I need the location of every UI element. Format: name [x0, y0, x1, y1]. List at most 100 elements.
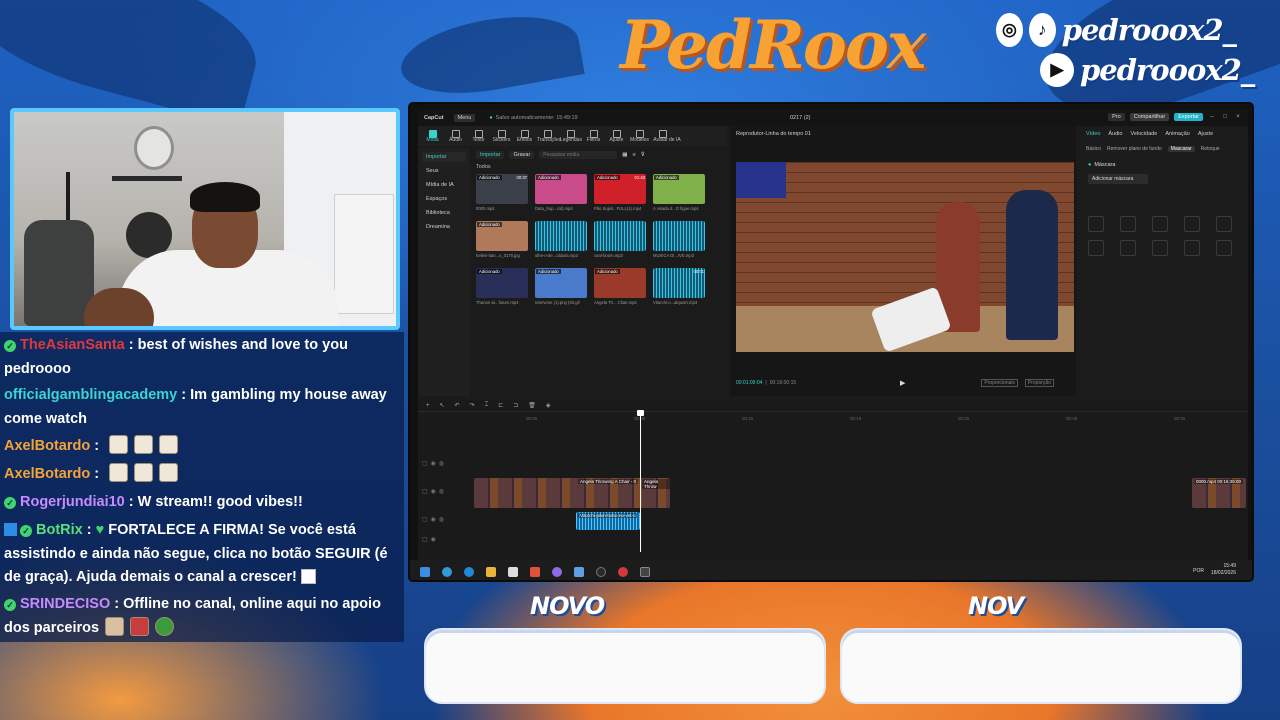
mask-shape-option[interactable] [1216, 216, 1232, 232]
tab-speed[interactable]: Velocidade [1130, 131, 1157, 137]
tool-text[interactable]: Texto [468, 128, 489, 146]
redo-icon[interactable]: ↷ [470, 402, 475, 409]
nav-dreamina[interactable]: Dreamina [422, 222, 466, 232]
track-controls[interactable]: ▢◉◍ [422, 460, 472, 467]
obs-icon[interactable] [596, 567, 606, 577]
media-clip-thumbnail[interactable]: Adicionado A visada d...O figue.mp4 [653, 174, 705, 214]
subtab-mask[interactable]: Mascarar [1167, 146, 1195, 152]
tool-ai-avatar[interactable]: Avatar de IA [652, 128, 682, 146]
ratio-button[interactable]: Proporcionais [981, 379, 1018, 387]
tab-animation[interactable]: Animação [1165, 131, 1189, 137]
media-clip-thumbnail[interactable]: ceal-boom.mp3 [594, 221, 646, 261]
share-button[interactable]: Compartilhar [1129, 113, 1170, 121]
language-indicator[interactable]: POR [1193, 568, 1204, 574]
app-icon[interactable] [574, 567, 584, 577]
mask-shape-option[interactable] [1152, 216, 1168, 232]
mask-toggle[interactable]: Máscara [1080, 156, 1248, 171]
nav-spaces[interactable]: Espaços [422, 194, 466, 204]
tool-transitions[interactable]: Transições [537, 128, 561, 146]
subtab-retouch[interactable]: Retoque [1201, 146, 1220, 152]
record-app-icon[interactable] [618, 567, 628, 577]
nav-ai-media[interactable]: Mídia de IA [422, 180, 466, 190]
filter-icon[interactable]: ⊽ [641, 152, 645, 158]
split-icon[interactable]: ⌶ [485, 402, 489, 409]
tool-captions[interactable]: Legendas [560, 128, 582, 146]
tab-adjust[interactable]: Ajuste [1198, 131, 1213, 137]
media-clip-thumbnail[interactable]: olhe-o-de...cábula.mp3 [535, 221, 587, 261]
play-icon[interactable]: ▶ [900, 379, 905, 387]
sort-icon[interactable]: ≡ [633, 152, 636, 158]
media-clip-thumbnail[interactable]: Adicionado Data_Sup...rat).mp4 [535, 174, 587, 214]
webcam-shelf [112, 176, 182, 181]
search-input[interactable]: Pesquisar mídia [539, 151, 618, 159]
capcut-titlebar: CapCut Menu Salvo automaticamente: 15:49… [418, 110, 1248, 126]
select-icon[interactable]: ↖ [440, 402, 445, 409]
import-button[interactable]: Importar [476, 151, 505, 159]
close-icon[interactable]: × [1234, 114, 1242, 120]
aspect-button[interactable]: Proporção [1024, 379, 1054, 387]
add-mask-button[interactable]: Adicionar máscara [1088, 174, 1148, 184]
mask-shape-option[interactable] [1184, 240, 1200, 256]
audio-clip[interactable]: Vitorchi-pilon-bobo-no-vnt-o [576, 512, 640, 530]
pro-button[interactable]: Pro [1108, 113, 1125, 121]
tool-audio[interactable]: Áudio [445, 128, 466, 146]
mask-shape-option[interactable] [1184, 216, 1200, 232]
tool-filters[interactable]: Filtros [583, 128, 604, 146]
tool-media[interactable]: Mídia [422, 128, 443, 146]
system-clock[interactable]: 15:49 18/02/2026 [1211, 563, 1236, 577]
menu-button[interactable]: Menu [453, 114, 476, 122]
webcam-person-hair [190, 182, 260, 212]
tool-templates[interactable]: Modelos [629, 128, 650, 146]
timeline-playhead[interactable] [637, 410, 644, 552]
record-button[interactable]: Gravar [509, 151, 535, 159]
titlebar-actions: Pro Compartilhar Exportar – □ × [1108, 113, 1242, 121]
tool-stickers[interactable]: Stickers [491, 128, 512, 146]
edge-icon[interactable] [442, 567, 452, 577]
trim-right-icon[interactable]: ⊐ [513, 402, 518, 409]
media-clip-thumbnail[interactable]: Adicionado Thanos wi...future.mp4 [476, 268, 528, 308]
mask-shape-option[interactable] [1088, 216, 1104, 232]
subtab-remove-bg[interactable]: Remover plano de fundo [1107, 146, 1162, 152]
mask-shape-option[interactable] [1152, 240, 1168, 256]
shield-icon[interactable]: ◈ [546, 402, 551, 409]
brave-icon[interactable] [530, 567, 540, 577]
export-button[interactable]: Exportar [1174, 113, 1203, 121]
delete-icon[interactable]: 🗑 [528, 402, 536, 409]
nav-import[interactable]: Importar [422, 152, 466, 162]
explorer-icon[interactable] [486, 567, 496, 577]
track-controls[interactable]: ▢◉◍ [422, 516, 472, 523]
chat-message: ✓ BotRix : ♥ FORTALECE A FIRMA! Se você e… [4, 522, 388, 585]
undo-icon[interactable]: ↶ [455, 402, 460, 409]
subtab-basic[interactable]: Básico [1086, 146, 1101, 152]
minimize-icon[interactable]: – [1208, 114, 1216, 120]
mask-shape-option[interactable] [1216, 240, 1232, 256]
grid-view-icon[interactable]: ▦ [622, 152, 627, 158]
nav-yours[interactable]: Seus [422, 166, 466, 176]
mask-shape-option[interactable] [1088, 240, 1104, 256]
track-controls[interactable]: ▢◉ [422, 536, 472, 543]
add-icon[interactable]: + [426, 403, 430, 409]
trim-left-icon[interactable]: ⊏ [498, 402, 503, 409]
tab-video[interactable]: Vídeo [1086, 131, 1100, 137]
store-icon[interactable] [508, 567, 518, 577]
discord-icon[interactable] [552, 567, 562, 577]
media-clip-thumbnail[interactable]: 00:01 Vitorchi-o...alquotn.mp3 [653, 268, 705, 308]
mask-shape-option[interactable] [1120, 240, 1136, 256]
nav-library[interactable]: Biblioteca [422, 208, 466, 218]
tool-adjust[interactable]: Ajuste [606, 128, 627, 146]
capcut-taskbar-icon[interactable] [640, 567, 650, 577]
media-clip-thumbnail[interactable]: Adicionado 00:37 0000.mp4 [476, 174, 528, 214]
track-controls[interactable]: ▢◉◍ [422, 488, 472, 495]
mask-shape-option[interactable] [1120, 216, 1136, 232]
media-clip-thumbnail[interactable]: Adicionado 01:43 Pão Sujeit...FULL(1).mp4 [594, 174, 646, 214]
maximize-icon[interactable]: □ [1221, 114, 1229, 120]
tool-effects[interactable]: Efeitos [514, 128, 535, 146]
media-clip-thumbnail[interactable]: Adicionado hellen-ban...o_0170.jpg [476, 221, 528, 261]
tab-audio[interactable]: Áudio [1108, 131, 1122, 137]
video-clip-end[interactable]: 0000.mp4 00:16:36:00 [1192, 478, 1246, 508]
start-icon[interactable] [420, 567, 430, 577]
media-clip-thumbnail[interactable]: Adicionado Intervene (1).png (03.gif [535, 268, 587, 308]
browser-icon[interactable] [464, 567, 474, 577]
media-clip-thumbnail[interactable]: MUSICA DI...IVE.mp3 [653, 221, 705, 261]
media-clip-thumbnail[interactable]: Adicionado Angela Th... Chair.mp4 [594, 268, 646, 308]
